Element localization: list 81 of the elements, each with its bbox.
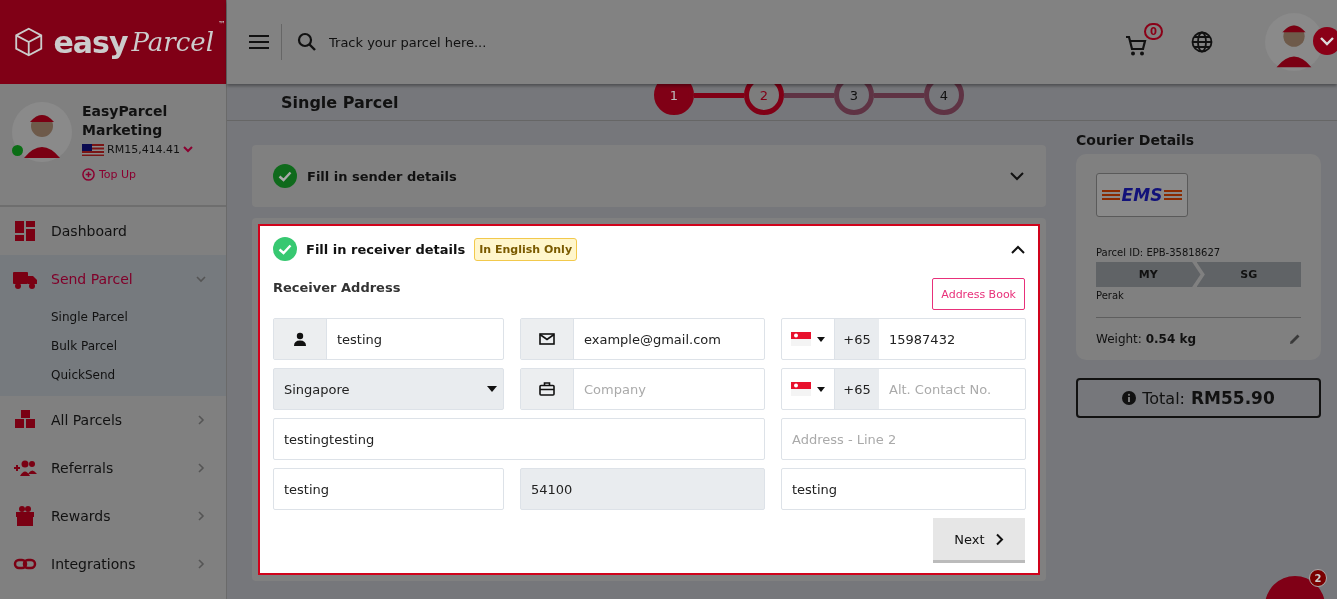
input-field[interactable]: testing [327,319,503,359]
cart-icon[interactable] [1125,35,1147,57]
plus-circle-icon [82,168,95,181]
origin-state: Perak [1096,290,1125,301]
total-amount: RM55.90 [1191,388,1275,408]
avatar [12,102,72,162]
sidebar-item[interactable]: Referrals [0,444,226,492]
chat-badge: 2 [1309,569,1327,587]
chevron-down-icon[interactable] [1313,27,1337,55]
input-field[interactable]: Address - Line 2 [782,419,1025,459]
submenu-item[interactable]: Single Parcel [0,303,226,332]
input-group[interactable]: testing [273,318,504,360]
section-subtitle: Receiver Address [273,280,401,295]
info-icon [1122,391,1137,405]
avatar[interactable] [1265,13,1323,71]
page-title: Single Parcel [281,92,400,112]
user-name: EasyParcel Marketing [82,102,169,140]
pencil-icon[interactable] [1289,333,1301,345]
input-field[interactable]: example@gmail.com [574,319,764,359]
briefcase-icon [539,382,555,396]
country-code: +65 [835,369,879,409]
phone-field[interactable]: +65 Alt. Contact No. [781,368,1026,410]
search-field[interactable]: Track your parcel here... [327,33,631,51]
flag-icon [791,382,811,396]
chevron-right-icon [196,415,206,425]
chevron-right-icon [196,511,206,521]
cart-count: 0 [1144,23,1163,40]
destination-country: SG [1196,262,1301,287]
country-select[interactable]: Singapore [274,369,503,409]
mail-icon [539,333,555,345]
person-icon [293,332,307,346]
input-group[interactable]: example@gmail.com [520,318,765,360]
address-book-button[interactable]: Address Book [932,278,1025,310]
input-group[interactable]: Company [520,368,765,410]
flag-icon [82,143,104,156]
origin-country: MY [1096,262,1201,287]
submenu-item[interactable]: QuickSend [0,361,226,390]
phone-field[interactable]: +65 15987432 [781,318,1026,360]
notice-badge: In English Only [474,237,578,261]
chevron-up-icon[interactable] [1011,244,1025,254]
search-icon[interactable] [297,32,317,52]
section-header[interactable]: Fill in receiver details In English Only [273,226,1025,272]
sidebar-item[interactable]: Dashboard [0,207,226,255]
input-field[interactable]: testing [274,469,503,509]
trademark: ™ [218,20,226,29]
next-button[interactable]: Next [933,518,1025,563]
menu-icon[interactable] [249,34,269,50]
input-field[interactable]: testingtesting [274,419,764,459]
section-header[interactable]: Fill in sender details [252,145,1046,207]
balance: RM15,414.41 [107,143,181,156]
input-field[interactable]: testing [782,469,1025,509]
chevron-right-icon [196,559,206,569]
chevron-right-icon [196,463,206,473]
flag-icon [791,332,811,346]
chevron-down-icon [196,274,206,284]
section-title: Courier Details [1076,132,1196,150]
check-circle-icon [273,237,297,261]
courier-logo: EMS [1096,173,1188,217]
caret-icon [817,386,825,392]
total-label: Total: [1142,388,1185,408]
submenu-item[interactable]: Bulk Parcel [0,332,226,361]
check-circle-icon [273,164,297,188]
input-field[interactable]: 15987432 [879,319,1025,359]
caret-icon [817,336,825,342]
input-field[interactable]: Alt. Contact No. [879,369,1025,409]
section-title: Fill in sender details [307,168,457,184]
sidebar-item[interactable]: All Parcels [0,396,226,444]
chevron-right-icon [994,532,1004,546]
country-code: +65 [835,319,879,359]
weight-text: Weight: 0.54 kg [1096,332,1197,346]
parcel-id: Parcel ID: EPB-35818627 [1096,247,1222,258]
caret-icon [487,386,497,392]
sidebar-item[interactable]: Integrations [0,540,226,588]
logo[interactable]: easyParcel ™ [0,0,226,84]
logo-text: easy [53,24,128,60]
chevron-down-icon[interactable] [1010,171,1024,181]
sidebar-item[interactable]: Rewards [0,492,226,540]
section-title: Fill in receiver details [306,241,466,257]
logo-text: Parcel [131,27,214,57]
globe-icon[interactable] [1191,31,1213,53]
input-field[interactable]: Company [574,369,764,409]
